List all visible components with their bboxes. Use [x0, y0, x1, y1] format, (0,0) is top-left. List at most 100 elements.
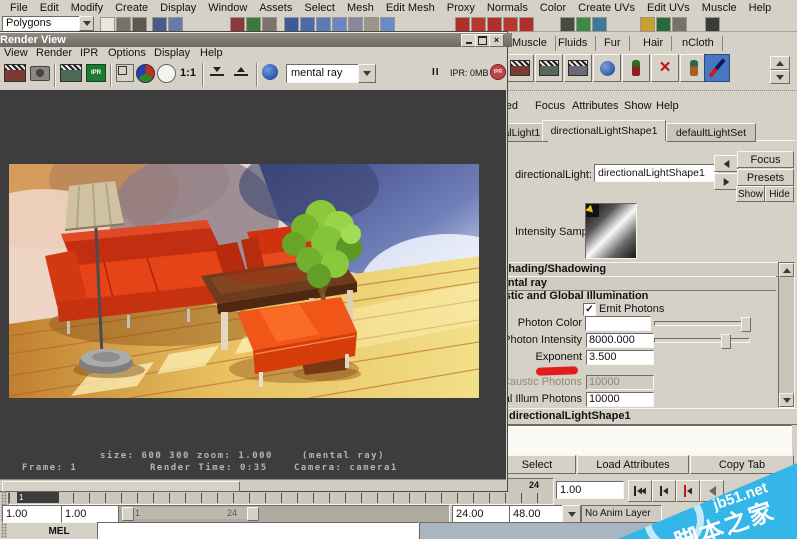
- shelf-render-clapper-icon[interactable]: [506, 54, 534, 82]
- shelf-tab-fur[interactable]: Fur: [596, 36, 630, 51]
- minimize-icon[interactable]: [461, 34, 476, 47]
- snap-to-grid-icon[interactable]: [455, 17, 470, 32]
- photon-intensity-slider-thumb[interactable]: [721, 334, 731, 349]
- selection-mode-dropdown[interactable]: Polygons: [2, 16, 83, 31]
- rgb-channels-icon[interactable]: [136, 64, 155, 83]
- selection-mode-arrow[interactable]: [79, 16, 94, 31]
- menu-file[interactable]: File: [4, 2, 34, 14]
- make-live-icon[interactable]: [519, 17, 534, 32]
- ae-presets-button[interactable]: Presets: [737, 169, 794, 186]
- one-to-one-icon[interactable]: 1:1: [178, 64, 198, 82]
- render-settings-icon[interactable]: [262, 64, 278, 80]
- snap-to-curve-icon[interactable]: [471, 17, 486, 32]
- exponent-field[interactable]: 3.500: [586, 350, 654, 365]
- pause-ipr-icon[interactable]: II: [432, 67, 440, 78]
- paint-select-icon[interactable]: [332, 17, 347, 32]
- step-back-key-button[interactable]: [676, 480, 700, 502]
- keep-image-icon[interactable]: [208, 64, 226, 82]
- shelf-tab-ncloth[interactable]: nCloth: [674, 36, 723, 51]
- shelf-render-globe-icon[interactable]: [593, 54, 621, 82]
- rv-menu-display[interactable]: Display: [154, 47, 190, 59]
- close-icon[interactable]: ×: [489, 34, 504, 47]
- go-to-start-button[interactable]: [628, 480, 652, 502]
- range-slider[interactable]: 1 24: [118, 505, 450, 523]
- menu-edit-uvs[interactable]: Edit UVs: [641, 2, 696, 14]
- photon-intensity-slider[interactable]: [654, 334, 750, 349]
- anim-layer-menu-button[interactable]: [562, 505, 581, 523]
- new-scene-icon[interactable]: [100, 17, 115, 32]
- menu-modify[interactable]: Modify: [65, 2, 109, 14]
- move-tool-icon[interactable]: [348, 17, 363, 32]
- ipr-render-icon[interactable]: [60, 64, 82, 82]
- command-line-input[interactable]: [97, 522, 419, 539]
- menu-color[interactable]: Color: [534, 2, 572, 14]
- snap-to-plane-icon[interactable]: [503, 17, 518, 32]
- select-tool-icon[interactable]: [300, 17, 315, 32]
- menu-muscle[interactable]: Muscle: [696, 2, 743, 14]
- renderer-dropdown-arrow[interactable]: [358, 64, 376, 83]
- select-by-object-icon[interactable]: [246, 17, 261, 32]
- shelf-delete-x-icon[interactable]: ×: [651, 54, 679, 82]
- ae-scrollbar[interactable]: [778, 262, 795, 408]
- save-scene-icon[interactable]: [132, 17, 147, 32]
- ae-menu-focus[interactable]: Focus: [535, 100, 565, 112]
- ae-section-mental-ray[interactable]: mental ray: [496, 276, 776, 291]
- render-canvas[interactable]: size: 600 300 zoom: 1.000 (mental ray) F…: [0, 90, 539, 479]
- render-frame-icon[interactable]: [576, 17, 591, 32]
- select-by-component-icon[interactable]: [262, 17, 277, 32]
- mel-button[interactable]: MEL: [24, 523, 94, 539]
- redo-icon[interactable]: [168, 17, 183, 32]
- ipr-frame-icon[interactable]: [592, 17, 607, 32]
- ae-intensity-sample-swatch[interactable]: [585, 203, 637, 259]
- rv-menu-help[interactable]: Help: [200, 47, 223, 59]
- open-scene-icon[interactable]: [116, 17, 131, 32]
- shelf-batch-render-icon[interactable]: [564, 54, 592, 82]
- shelf-shader-bottle-icon[interactable]: [622, 54, 650, 82]
- ae-notes-header[interactable]: directionalLightShape1: [500, 408, 797, 425]
- ae-menu-attributes[interactable]: Attributes: [572, 100, 618, 112]
- menu-window[interactable]: Window: [202, 2, 253, 14]
- render-view-hscroll-thumb[interactable]: [2, 481, 240, 492]
- shelf-tab-hair[interactable]: Hair: [635, 36, 673, 51]
- range-end-handle[interactable]: [247, 507, 259, 521]
- step-back-frame-button[interactable]: [652, 480, 676, 502]
- render-view-titlebar[interactable]: Render View: [0, 33, 512, 47]
- render-view-hscrollbar[interactable]: [0, 479, 506, 492]
- photon-color-slider[interactable]: [654, 317, 751, 332]
- input-connections-icon[interactable]: [560, 17, 575, 32]
- ae-unpin-icon[interactable]: [714, 173, 738, 190]
- ae-section-shading-shadowing[interactable]: Shading/Shadowing: [496, 262, 781, 277]
- ae-hide-button[interactable]: Hide: [765, 186, 794, 202]
- current-frame-indicator[interactable]: 1: [17, 492, 59, 503]
- ae-scroll-down-button[interactable]: [779, 393, 794, 407]
- rv-menu-render[interactable]: Render: [36, 47, 72, 59]
- playback-start-field[interactable]: 1.00: [61, 505, 119, 523]
- hotbox-icon[interactable]: [705, 17, 720, 32]
- lasso-tool-icon[interactable]: [316, 17, 331, 32]
- shelf-paint-brush-icon[interactable]: [704, 54, 730, 82]
- menu-create-uvs[interactable]: Create UVs: [572, 2, 641, 14]
- current-time-field[interactable]: 1.00: [556, 481, 624, 499]
- redo-render-icon[interactable]: [4, 64, 26, 82]
- photon-color-swatch[interactable]: [585, 316, 651, 331]
- select-by-hierarchy-icon[interactable]: [230, 17, 245, 32]
- ae-pin-icon[interactable]: [714, 155, 738, 172]
- photon-intensity-field[interactable]: 8000.000: [586, 333, 654, 348]
- menu-proxy[interactable]: Proxy: [441, 2, 481, 14]
- snapshot-camera-icon[interactable]: [30, 64, 50, 81]
- emit-photons-checkbox[interactable]: ✓: [583, 303, 596, 316]
- maximize-icon[interactable]: [475, 34, 490, 47]
- rv-menu-view[interactable]: View: [4, 47, 28, 59]
- alpha-channel-icon[interactable]: [157, 64, 176, 83]
- ae-section-caustic-gi[interactable]: Caustic and Global Illumination: [484, 290, 648, 302]
- anim-layer-field[interactable]: No Anim Layer: [581, 505, 662, 523]
- menu-edit-mesh[interactable]: Edit Mesh: [380, 2, 441, 14]
- rv-menu-ipr[interactable]: IPR: [80, 47, 98, 59]
- rv-menu-options[interactable]: Options: [108, 47, 146, 59]
- remove-image-icon[interactable]: [232, 64, 250, 82]
- ae-tab-directionallightshape1[interactable]: directionalLightShape1: [542, 120, 666, 141]
- undo-icon[interactable]: [152, 17, 167, 32]
- ae-tab-defaultlightset[interactable]: defaultLightSet: [666, 123, 756, 142]
- ipr-badge-icon[interactable]: IPR: [86, 64, 106, 82]
- menu-display[interactable]: Display: [154, 2, 202, 14]
